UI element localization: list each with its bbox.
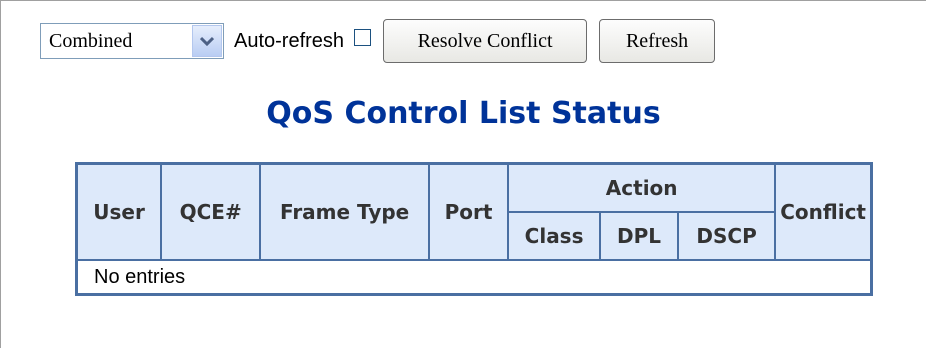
resolve-conflict-button[interactable]: Resolve Conflict (383, 19, 588, 63)
header-frame-type: Frame Type (259, 162, 430, 261)
toolbar: Combined Auto-refresh Resolve Conflict R… (40, 19, 716, 63)
header-dpl: DPL (599, 211, 679, 261)
header-qce: QCE# (160, 162, 262, 261)
header-port: Port (427, 162, 510, 261)
auto-refresh-label: Auto-refresh (234, 29, 345, 52)
refresh-button[interactable]: Refresh (599, 19, 716, 63)
view-select[interactable]: Combined (40, 23, 224, 59)
auto-refresh-checkbox[interactable] (354, 28, 372, 46)
header-user: User (75, 162, 163, 261)
chevron-down-icon[interactable] (192, 25, 222, 57)
table-row: No entries (75, 259, 873, 296)
empty-message: No entries (75, 259, 873, 296)
header-class: Class (507, 211, 602, 261)
page-title: QoS Control List Status (266, 96, 661, 131)
header-dscp: DSCP (676, 211, 777, 261)
header-conflict: Conflict (774, 162, 873, 261)
header-action: Action (507, 162, 777, 213)
view-select-value: Combined (49, 29, 133, 52)
qcl-status-table: User QCE# Frame Type Port Action Conflic… (75, 162, 873, 296)
